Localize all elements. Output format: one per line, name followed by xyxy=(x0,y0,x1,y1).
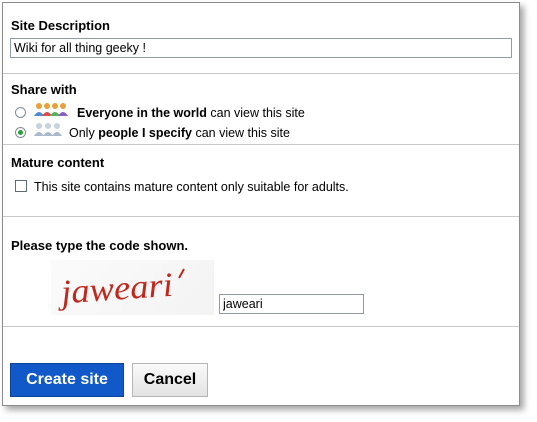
share-everyone-radio[interactable] xyxy=(15,107,26,118)
create-site-form: Site Description Share with Everyone in … xyxy=(2,2,520,406)
captcha-input[interactable] xyxy=(219,294,364,314)
share-specific-radio[interactable] xyxy=(15,127,26,138)
captcha-image: jaweari xyxy=(51,260,214,315)
create-site-button[interactable]: Create site xyxy=(10,363,124,397)
share-specific-label: Only people I specify can view this site xyxy=(69,126,290,140)
mature-content-label: Mature content xyxy=(11,155,105,170)
divider xyxy=(3,326,519,327)
captcha-label: Please type the code shown. xyxy=(11,238,188,253)
divider xyxy=(3,73,519,74)
mature-content-checkbox-label: This site contains mature content only s… xyxy=(34,180,349,194)
divider xyxy=(3,216,519,217)
mature-content-checkbox[interactable] xyxy=(15,180,27,192)
share-everyone-label: Everyone in the world can view this site xyxy=(77,106,305,120)
people-group-gray-icon xyxy=(34,123,62,136)
cancel-button[interactable]: Cancel xyxy=(132,363,208,397)
site-description-input[interactable] xyxy=(10,38,512,58)
captcha-image-text: jaweari xyxy=(55,267,174,312)
share-with-label: Share with xyxy=(11,82,77,97)
divider xyxy=(3,144,519,145)
site-description-label: Site Description xyxy=(11,18,110,33)
people-group-color-icon xyxy=(34,103,68,116)
